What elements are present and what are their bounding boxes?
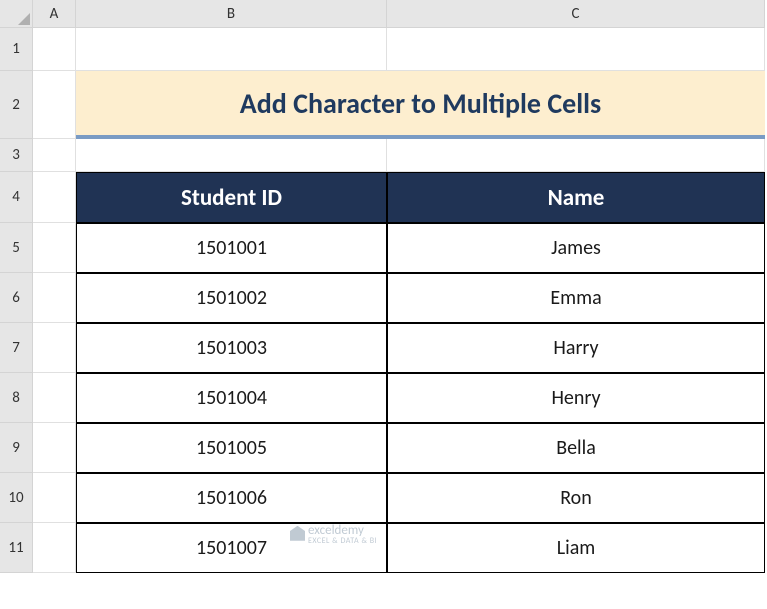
row-header-10[interactable]: 10 <box>0 473 33 523</box>
cell-a6[interactable] <box>33 273 76 323</box>
cell-a5[interactable] <box>33 223 76 273</box>
row-header-11[interactable]: 11 <box>0 523 33 573</box>
table-cell-name-0[interactable]: James <box>387 223 765 273</box>
watermark-icon <box>290 526 305 541</box>
select-all-corner[interactable] <box>0 0 33 28</box>
table-cell-id-5[interactable]: 1501006 <box>76 473 387 523</box>
table-cell-id-2[interactable]: 1501003 <box>76 323 387 373</box>
cell-c1[interactable] <box>387 28 765 71</box>
table-cell-id-0[interactable]: 1501001 <box>76 223 387 273</box>
row-header-8[interactable]: 8 <box>0 373 33 423</box>
cell-a11[interactable] <box>33 523 76 573</box>
row-header-9[interactable]: 9 <box>0 423 33 473</box>
cell-c3[interactable] <box>387 139 765 172</box>
title-cell[interactable]: Add Character to Multiple Cells <box>76 71 765 139</box>
table-cell-name-3[interactable]: Henry <box>387 373 765 423</box>
table-cell-name-1[interactable]: Emma <box>387 273 765 323</box>
watermark: exceldemy EXCEL & DATA & BI <box>290 523 377 544</box>
cell-a8[interactable] <box>33 373 76 423</box>
spreadsheet-grid: A B C 1 2 Add Character to Multiple Cell… <box>0 0 767 573</box>
table-cell-name-6[interactable]: Liam <box>387 523 765 573</box>
cell-b1[interactable] <box>76 28 387 71</box>
cell-a7[interactable] <box>33 323 76 373</box>
cell-b3[interactable] <box>76 139 387 172</box>
col-header-a[interactable]: A <box>33 0 76 28</box>
watermark-tagline: EXCEL & DATA & BI <box>308 538 377 544</box>
table-cell-name-4[interactable]: Bella <box>387 423 765 473</box>
cell-a1[interactable] <box>33 28 76 71</box>
row-header-2[interactable]: 2 <box>0 71 33 139</box>
header-name[interactable]: Name <box>387 172 765 223</box>
cell-a9[interactable] <box>33 423 76 473</box>
col-header-c[interactable]: C <box>387 0 765 28</box>
col-header-b[interactable]: B <box>76 0 387 28</box>
row-header-1[interactable]: 1 <box>0 28 33 71</box>
header-student-id[interactable]: Student ID <box>76 172 387 223</box>
cell-a2[interactable] <box>33 71 76 139</box>
table-cell-name-5[interactable]: Ron <box>387 473 765 523</box>
row-header-7[interactable]: 7 <box>0 323 33 373</box>
table-cell-name-2[interactable]: Harry <box>387 323 765 373</box>
row-header-4[interactable]: 4 <box>0 172 33 223</box>
cell-a3[interactable] <box>33 139 76 172</box>
row-header-6[interactable]: 6 <box>0 273 33 323</box>
row-header-3[interactable]: 3 <box>0 139 33 172</box>
table-cell-id-3[interactable]: 1501004 <box>76 373 387 423</box>
cell-a10[interactable] <box>33 473 76 523</box>
table-cell-id-4[interactable]: 1501005 <box>76 423 387 473</box>
cell-a4[interactable] <box>33 172 76 223</box>
row-header-5[interactable]: 5 <box>0 223 33 273</box>
table-cell-id-1[interactable]: 1501002 <box>76 273 387 323</box>
